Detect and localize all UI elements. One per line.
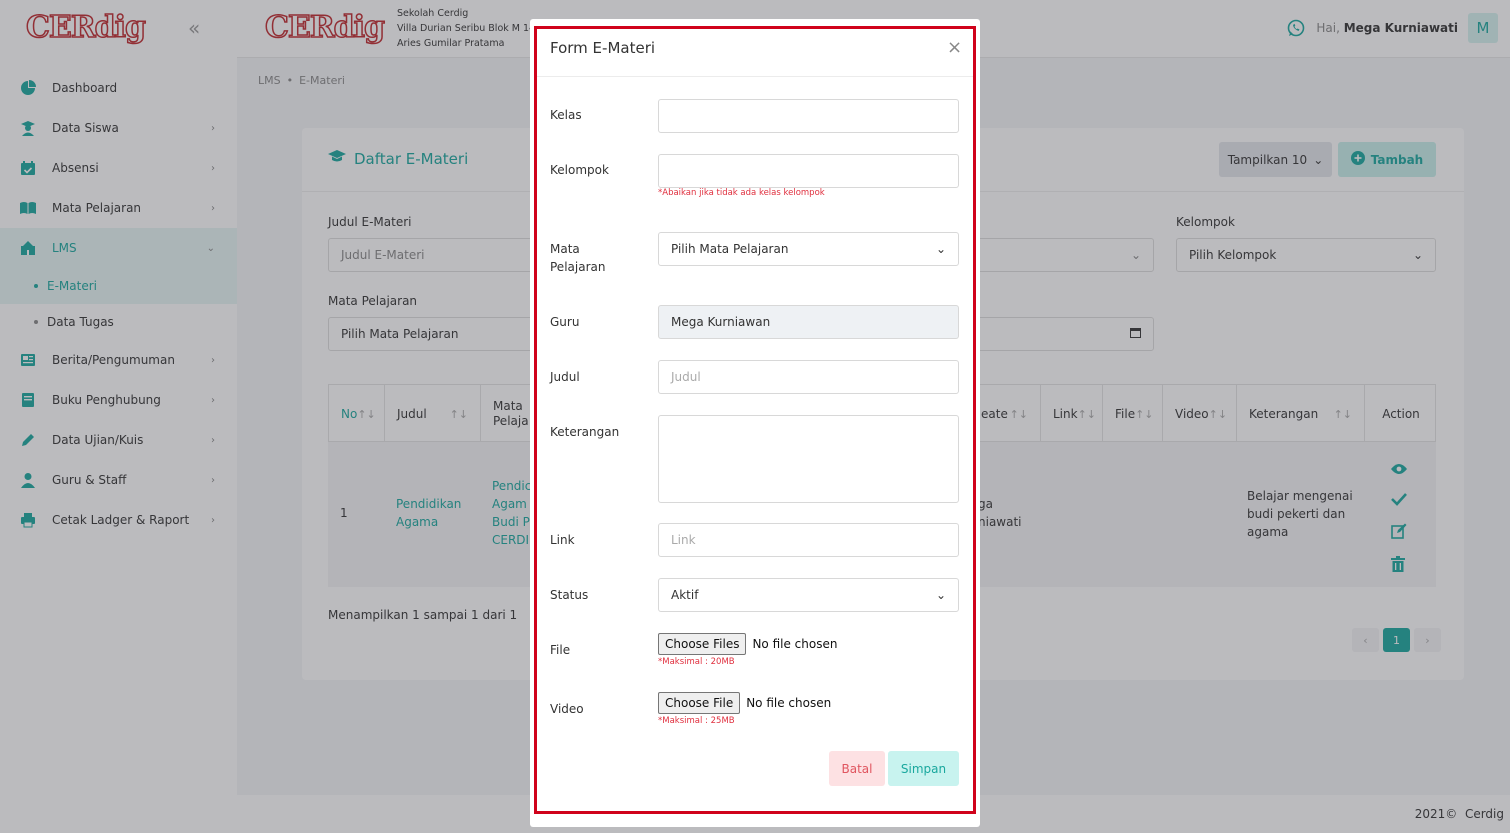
kelompok-label: Kelompok [550, 163, 609, 177]
file-label: File [550, 643, 571, 657]
mapel-label-line: Pelajaran [550, 260, 606, 274]
link-input[interactable]: Link [658, 523, 959, 557]
video-label: Video [550, 702, 584, 716]
kelompok-input[interactable] [658, 154, 959, 188]
kelas-input[interactable] [658, 99, 959, 133]
link-placeholder: Link [671, 533, 696, 547]
status-select[interactable]: Aktif ⌄ [658, 578, 959, 612]
guru-value: Mega Kurniawan [671, 315, 771, 329]
file-hint: *Maksimal : 20MB [658, 657, 735, 667]
file-input: Choose Files No file chosen [658, 633, 837, 655]
guru-input: Mega Kurniawan [658, 305, 959, 339]
status-label: Status [550, 588, 589, 602]
guru-label: Guru [550, 315, 580, 329]
judul-label: Judul [550, 370, 580, 384]
file-status: No file chosen [752, 637, 838, 651]
chevron-down-icon: ⌄ [935, 588, 946, 602]
choose-files-button[interactable]: Choose Files [658, 633, 747, 655]
close-icon[interactable]: × [947, 39, 962, 57]
mapel-select[interactable]: Pilih Mata Pelajaran ⌄ [658, 232, 959, 266]
chevron-down-icon: ⌄ [935, 242, 946, 256]
keterangan-label: Keterangan [550, 425, 620, 439]
modal-title: Form E-Materi [550, 39, 656, 57]
link-label: Link [550, 533, 575, 547]
choose-file-button[interactable]: Choose File [658, 692, 741, 714]
form-e-materi-modal: Form E-Materi × Kelas Kelompok *Abaikan … [530, 19, 980, 827]
judul-placeholder: Judul [671, 370, 701, 384]
video-hint: *Maksimal : 25MB [658, 716, 735, 726]
mapel-label-line: Mata [550, 242, 580, 256]
divider [537, 76, 973, 77]
keterangan-textarea[interactable] [658, 415, 959, 503]
judul-input[interactable]: Judul [658, 360, 959, 394]
mapel-select-value: Pilih Mata Pelajaran [671, 242, 789, 256]
batal-button[interactable]: Batal [829, 751, 885, 786]
video-status: No file chosen [746, 696, 832, 710]
kelompok-hint: *Abaikan jika tidak ada kelas kelompok [658, 188, 825, 198]
status-select-value: Aktif [671, 588, 699, 602]
mapel-label: Mata Pelajaran [550, 240, 630, 276]
video-input: Choose File No file chosen [658, 692, 831, 714]
kelas-label: Kelas [550, 108, 582, 122]
simpan-button[interactable]: Simpan [888, 751, 959, 786]
